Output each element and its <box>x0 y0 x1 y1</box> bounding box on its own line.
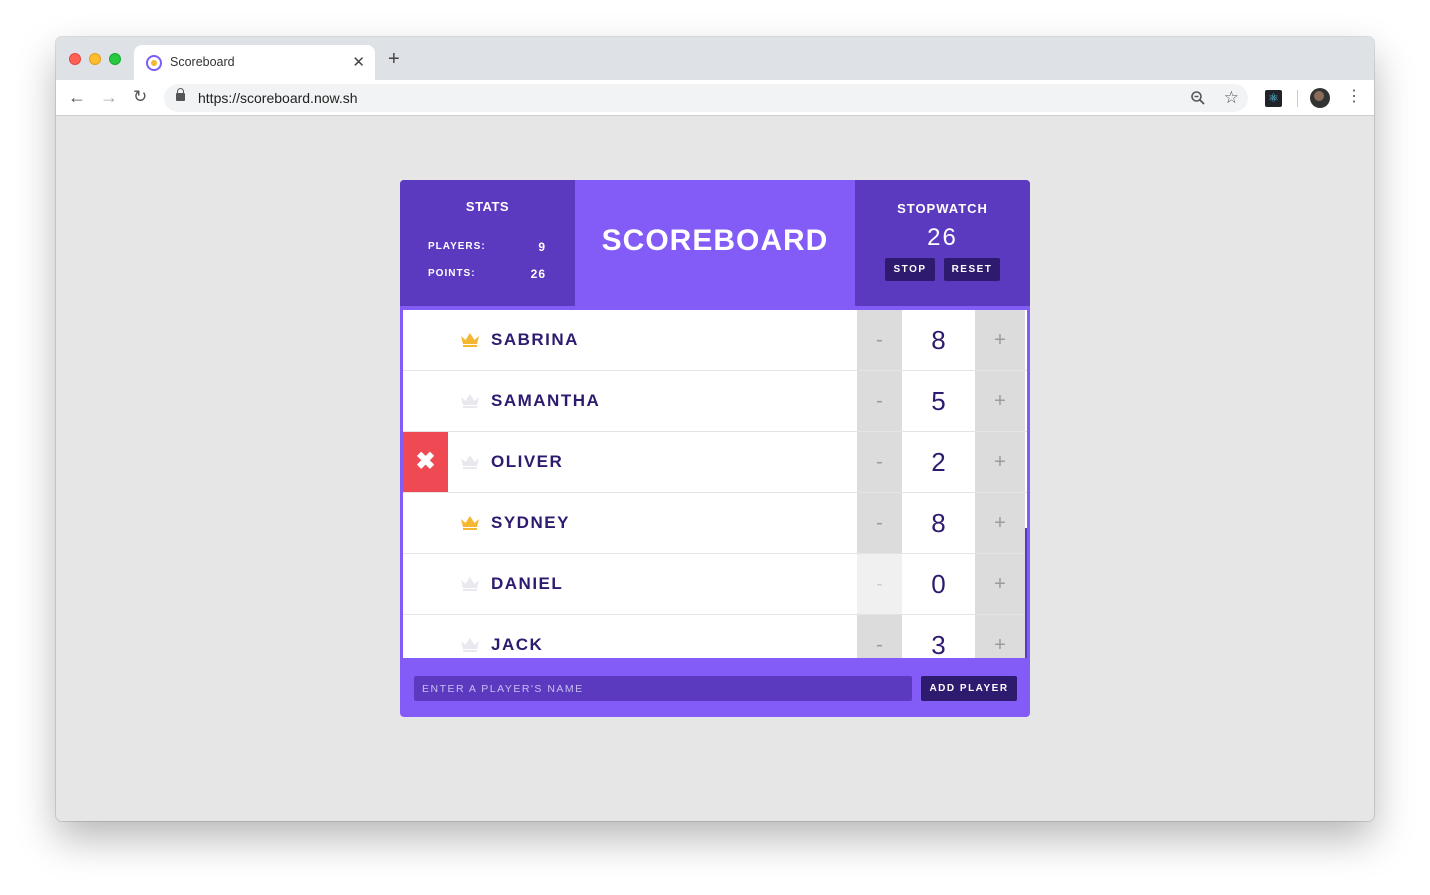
forward-icon[interactable]: → <box>100 87 118 107</box>
reload-icon[interactable]: ↻ <box>133 87 147 107</box>
player-row-jack: JACK - 3 + <box>403 615 1027 658</box>
tab-title: Scoreboard <box>170 55 235 69</box>
crown-icon <box>461 333 479 347</box>
score-counter: - 3 + <box>857 615 1025 658</box>
zoom-icon[interactable] <box>1190 90 1206 106</box>
stats-panel: STATS PLAYERS: 9 POINTS: 26 <box>400 180 575 306</box>
player-list-frame: SABRINA - 8 + SAMANTHA - 5 + ✖ OLIVER - … <box>400 306 1030 662</box>
increment-button[interactable]: + <box>975 493 1025 553</box>
page-title: SCOREBOARD <box>601 224 829 257</box>
scoreboard-header: STATS PLAYERS: 9 POINTS: 26 SCOREBOARD S… <box>400 180 1030 306</box>
score-counter: - 5 + <box>857 371 1025 431</box>
browser-toolbar: ← → ↻ https://scoreboard.now.sh ☆ ⚛ ⋮ <box>56 80 1374 116</box>
stopwatch-panel: STOPWATCH 26 STOP RESET <box>855 180 1030 306</box>
reset-button[interactable]: RESET <box>944 258 1000 281</box>
points-total: 26 <box>530 267 546 281</box>
close-window-button[interactable] <box>69 53 81 65</box>
new-tab-button[interactable]: + <box>388 49 400 69</box>
browser-tab[interactable]: Scoreboard ✕ <box>134 45 375 80</box>
increment-button[interactable]: + <box>975 554 1025 614</box>
score-counter: - 8 + <box>857 310 1025 370</box>
decrement-button[interactable]: - <box>857 310 902 370</box>
players-count: 9 <box>538 240 546 254</box>
increment-button[interactable]: + <box>975 432 1025 492</box>
address-bar[interactable]: https://scoreboard.now.sh ☆ <box>164 84 1248 112</box>
decrement-button[interactable]: - <box>857 493 902 553</box>
remove-player-button[interactable]: ✖ <box>403 432 448 492</box>
player-row-samantha: SAMANTHA - 5 + <box>403 371 1027 432</box>
crown-icon <box>461 638 479 652</box>
title-bar: Scoreboard ✕ + <box>56 37 1374 80</box>
lock-icon <box>176 88 185 101</box>
list-scrollbar[interactable] <box>1025 528 1027 658</box>
stopwatch-time: 26 <box>927 224 958 251</box>
avatar[interactable] <box>1310 88 1330 108</box>
player-name: DANIEL <box>491 574 564 593</box>
player-score: 8 <box>902 493 975 553</box>
score-counter: - 2 + <box>857 432 1025 492</box>
increment-button[interactable]: + <box>975 615 1025 658</box>
decrement-button[interactable]: - <box>857 554 902 614</box>
player-score: 5 <box>902 371 975 431</box>
crown-icon <box>461 577 479 591</box>
decrement-button[interactable]: - <box>857 371 902 431</box>
url-text[interactable]: https://scoreboard.now.sh <box>198 90 358 106</box>
increment-button[interactable]: + <box>975 371 1025 431</box>
player-row-sydney: SYDNEY - 8 + <box>403 493 1027 554</box>
add-player-form: ADD PLAYER <box>400 662 1030 717</box>
players-label: PLAYERS: <box>428 241 486 252</box>
stopwatch-title: STOPWATCH <box>897 201 988 216</box>
scoreboard: STATS PLAYERS: 9 POINTS: 26 SCOREBOARD S… <box>400 180 1030 717</box>
player-name: JACK <box>491 635 544 654</box>
increment-button[interactable]: + <box>975 310 1025 370</box>
crown-icon <box>461 394 479 408</box>
star-icon[interactable]: ☆ <box>1224 88 1239 108</box>
browser-window: Scoreboard ✕ + ← → ↻ https://scoreboard.… <box>56 37 1374 821</box>
player-score: 0 <box>902 554 975 614</box>
toolbar-divider <box>1297 90 1298 107</box>
player-name: OLIVER <box>491 452 564 471</box>
maximize-window-button[interactable] <box>109 53 121 65</box>
add-player-button[interactable]: ADD PLAYER <box>921 676 1017 701</box>
score-counter: - 8 + <box>857 493 1025 553</box>
player-name: SAMANTHA <box>491 391 601 410</box>
page-viewport: STATS PLAYERS: 9 POINTS: 26 SCOREBOARD S… <box>56 117 1374 821</box>
player-row-oliver: ✖ OLIVER - 2 + <box>403 432 1027 493</box>
crown-icon <box>461 455 479 469</box>
player-list[interactable]: SABRINA - 8 + SAMANTHA - 5 + ✖ OLIVER - … <box>403 310 1027 658</box>
player-score: 3 <box>902 615 975 658</box>
player-score: 8 <box>902 310 975 370</box>
decrement-button[interactable]: - <box>857 615 902 658</box>
points-stat: POINTS: 26 <box>428 267 546 281</box>
player-row-sabrina: SABRINA - 8 + <box>403 310 1027 371</box>
tab-close-icon[interactable]: ✕ <box>352 53 365 71</box>
player-name: SABRINA <box>491 330 579 349</box>
menu-icon[interactable]: ⋮ <box>1346 88 1362 106</box>
player-row-daniel: DANIEL - 0 + <box>403 554 1027 615</box>
player-name-input[interactable] <box>414 676 912 701</box>
player-score: 2 <box>902 432 975 492</box>
react-devtools-icon[interactable]: ⚛ <box>1265 90 1282 107</box>
score-counter: - 0 + <box>857 554 1025 614</box>
crown-icon <box>461 516 479 530</box>
points-label: POINTS: <box>428 268 476 279</box>
stats-title: STATS <box>465 199 510 214</box>
minimize-window-button[interactable] <box>89 53 101 65</box>
players-stat: PLAYERS: 9 <box>428 240 546 254</box>
stop-button[interactable]: STOP <box>885 258 935 281</box>
back-icon[interactable]: ← <box>68 87 86 107</box>
favicon-icon <box>146 55 162 71</box>
decrement-button[interactable]: - <box>857 432 902 492</box>
player-name: SYDNEY <box>491 513 570 532</box>
